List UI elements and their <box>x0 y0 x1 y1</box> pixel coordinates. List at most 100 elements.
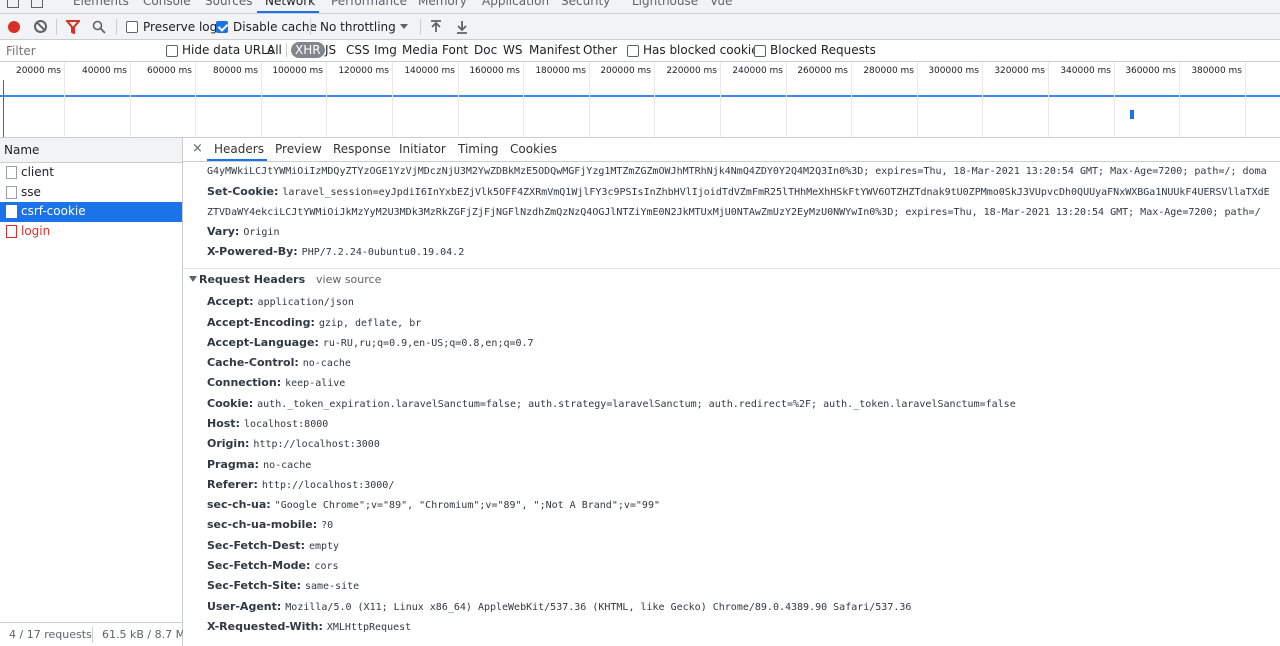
record-icon[interactable] <box>8 21 20 33</box>
blocked-requests-checkbox[interactable] <box>754 45 766 57</box>
filter-type-js[interactable]: JS <box>325 43 336 57</box>
request-row-error[interactable]: login <box>0 222 182 242</box>
tab-headers[interactable]: Headers <box>214 142 264 156</box>
tab-vue[interactable]: Vue <box>710 0 732 8</box>
tab-response[interactable]: Response <box>333 142 391 156</box>
hide-data-urls-label: Hide data URLs <box>182 43 275 57</box>
view-source-link[interactable]: view source <box>316 273 381 286</box>
expand-triangle-icon[interactable] <box>189 276 197 282</box>
header-name: User-Agent: <box>207 600 282 613</box>
tab-console[interactable]: Console <box>143 0 191 8</box>
header-value: no-cache <box>302 358 351 369</box>
tab-cookies[interactable]: Cookies <box>510 142 557 156</box>
tab-network[interactable]: Network <box>265 0 315 8</box>
request-name: login <box>21 223 51 238</box>
response-header-set-cookie: Set-Cookie: laravel_session=eyJpdiI6InYxb… <box>207 185 1270 198</box>
chevron-down-icon[interactable] <box>400 24 408 29</box>
response-header-vary: Vary: Origin <box>207 225 279 238</box>
disable-cache-checkbox[interactable] <box>216 21 228 33</box>
tab-memory[interactable]: Memory <box>418 0 467 8</box>
throttling-select[interactable]: No throttling <box>320 20 396 34</box>
filter-type-font[interactable]: Font <box>442 43 468 57</box>
header-name: X-Requested-With: <box>207 620 323 633</box>
blocked-requests-label: Blocked Requests <box>770 43 876 57</box>
panel-tabbar: Elements Console Sources Network Perform… <box>0 0 1280 14</box>
tab-application[interactable]: Application <box>482 0 549 8</box>
tab-preview[interactable]: Preview <box>275 142 322 156</box>
request-row[interactable]: sse <box>0 183 182 203</box>
header-value: application/json <box>257 297 354 308</box>
request-name: client <box>21 165 54 179</box>
request-row[interactable]: client <box>0 163 182 183</box>
header-name: Vary: <box>207 225 240 238</box>
header-name: Accept-Language: <box>207 336 319 349</box>
filter-type-img[interactable]: Img <box>374 43 397 57</box>
timeline-gridline <box>1048 62 1049 137</box>
header-value: PHP/7.2.24-0ubuntu0.19.04.2 <box>301 247 465 258</box>
filter-icon[interactable] <box>66 20 80 34</box>
filter-type-ws[interactable]: WS <box>503 43 522 57</box>
header-value: Origin <box>243 227 280 238</box>
preserve-log-checkbox[interactable] <box>126 21 138 33</box>
request-header-row: Accept: application/json <box>207 295 354 308</box>
tab-performance[interactable]: Performance <box>331 0 407 8</box>
transfer-size: 61.5 kB / 8.7 ME <box>102 628 193 641</box>
search-icon[interactable] <box>92 20 106 34</box>
timeline-tick-label: 220000 ms <box>666 66 717 76</box>
request-header-row: Connection: keep-alive <box>207 376 345 389</box>
header-name: Set-Cookie: <box>207 185 279 198</box>
timeline-gridline <box>523 62 524 137</box>
filter-type-doc[interactable]: Doc <box>474 43 497 57</box>
inspect-element-icon[interactable] <box>7 0 19 8</box>
hide-data-urls-checkbox[interactable] <box>166 45 178 57</box>
timeline-overview[interactable]: 20000 ms 40000 ms 60000 ms 80000 ms 100000 m… <box>0 62 1280 138</box>
close-icon[interactable]: × <box>192 141 203 156</box>
export-har-icon[interactable] <box>456 20 468 34</box>
tab-security[interactable]: Security <box>561 0 610 8</box>
filter-type-css[interactable]: CSS <box>346 43 370 57</box>
timeline-gridline <box>917 62 918 137</box>
device-toolbar-icon[interactable] <box>31 0 43 8</box>
header-value: ?0 <box>321 520 334 531</box>
file-icon <box>6 185 17 199</box>
filter-input[interactable] <box>0 40 158 61</box>
header-name: Sec-Fetch-Mode: <box>207 559 311 572</box>
name-column-header[interactable]: Name <box>0 138 182 163</box>
filter-type-media[interactable]: Media <box>402 43 438 57</box>
tab-initiator[interactable]: Initiator <box>399 142 446 156</box>
timeline-tick-label: 260000 ms <box>797 66 848 76</box>
timeline-tick-label: 360000 ms <box>1125 66 1176 76</box>
timeline-gridline <box>654 62 655 137</box>
timeline-tick-label: 160000 ms <box>469 66 520 76</box>
timeline-gridline <box>195 62 196 137</box>
clear-icon[interactable] <box>34 20 47 33</box>
filter-type-manifest[interactable]: Manifest <box>529 43 580 57</box>
has-blocked-cookies-checkbox[interactable] <box>627 45 639 57</box>
header-value: http://localhost:3000 <box>253 439 380 450</box>
request-headers-section[interactable]: Request Headers view source <box>183 268 1280 290</box>
request-details: × Headers Preview Response Initiator Tim… <box>183 138 1280 646</box>
import-har-icon[interactable] <box>430 20 442 34</box>
tab-sources[interactable]: Sources <box>205 0 252 8</box>
header-name: Accept: <box>207 295 254 308</box>
tab-timing[interactable]: Timing <box>458 142 499 156</box>
filter-type-other[interactable]: Other <box>583 43 617 57</box>
timeline-tick-label: 100000 ms <box>272 66 323 76</box>
timeline-tick-label: 20000 ms <box>16 66 61 76</box>
tab-elements[interactable]: Elements <box>73 0 129 8</box>
header-value: laravel_session=eyJpdiI6InYxbEZjVlk5OFF4… <box>282 187 1270 198</box>
request-header-row: Sec-Fetch-Site: same-site <box>207 579 359 592</box>
header-name: Pragma: <box>207 458 260 471</box>
timeline-gridline <box>326 62 327 137</box>
filter-type-all[interactable]: All <box>267 43 282 57</box>
timeline-gridline <box>1245 62 1246 137</box>
timeline-gridline <box>130 62 131 137</box>
timeline-tick-label: 120000 ms <box>338 66 389 76</box>
timeline-tick-label: 60000 ms <box>147 66 192 76</box>
request-row-selected[interactable]: csrf-cookie <box>0 202 182 222</box>
header-name: Cookie: <box>207 397 254 410</box>
filter-type-xhr[interactable]: XHR <box>291 42 325 58</box>
tab-lighthouse[interactable]: Lighthouse <box>632 0 698 8</box>
request-header-row: Sec-Fetch-Dest: empty <box>207 539 339 552</box>
timeline-gridline <box>786 62 787 137</box>
